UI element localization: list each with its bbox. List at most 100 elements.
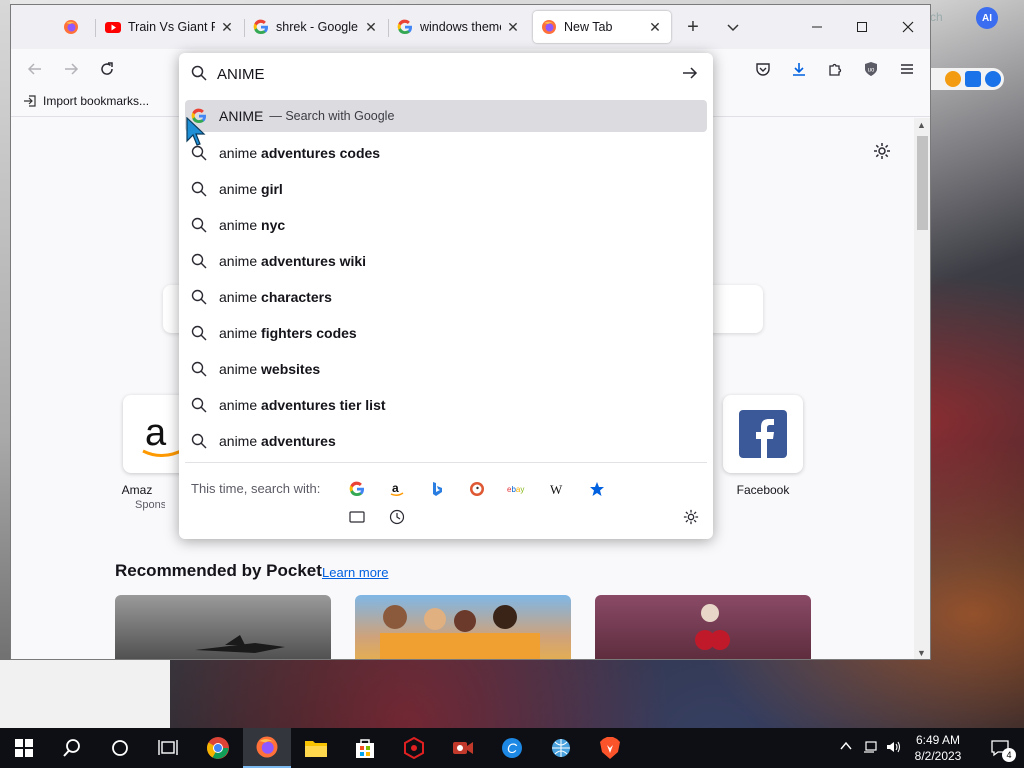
- engine-duckduckgo-button[interactable]: [465, 477, 489, 501]
- tab-google-shrek[interactable]: shrek - Google Sea ✕: [245, 11, 387, 43]
- panel-divider: [185, 462, 707, 463]
- app-menu-button[interactable]: [893, 55, 921, 83]
- taskbar-search-button[interactable]: [48, 728, 96, 768]
- tab-new-tab[interactable]: New Tab ✕: [533, 11, 671, 43]
- start-button[interactable]: [0, 728, 48, 768]
- extensions-button[interactable]: [821, 55, 849, 83]
- search-tabs-button[interactable]: [345, 505, 369, 529]
- back-button[interactable]: [21, 55, 49, 83]
- taskbar-brave[interactable]: [586, 728, 634, 768]
- taskbar-ccleaner[interactable]: C: [488, 728, 536, 768]
- taskbar-firefox[interactable]: [243, 728, 291, 768]
- chevron-down-icon: [727, 24, 739, 32]
- action-center-button[interactable]: 4: [976, 728, 1024, 768]
- suggestion-row[interactable]: anime characters: [185, 281, 707, 313]
- suggestion-prefix: anime: [219, 145, 258, 161]
- search-settings-button[interactable]: [679, 505, 703, 529]
- list-all-tabs-button[interactable]: [711, 5, 755, 49]
- tab-close-icon[interactable]: ✕: [647, 19, 663, 36]
- suggestion-prefix: anime: [219, 217, 258, 233]
- google-icon: [349, 481, 364, 497]
- ai-badge-icon[interactable]: AI: [976, 7, 998, 29]
- facebook-logo-icon: [739, 410, 787, 458]
- ublock-button[interactable]: uo: [857, 55, 885, 83]
- search-with-google-row[interactable]: ANIME — Search with Google: [185, 100, 707, 132]
- suggestion-prefix: anime: [219, 397, 258, 413]
- taskbar-app-red[interactable]: [390, 728, 438, 768]
- search-icon: [191, 433, 207, 449]
- downloads-button[interactable]: [785, 55, 813, 83]
- show-hidden-icons-button[interactable]: [840, 740, 852, 754]
- close-window-button[interactable]: [885, 5, 930, 49]
- taskbar-recorder[interactable]: [439, 728, 487, 768]
- volume-tray-button[interactable]: [886, 740, 902, 757]
- engine-bing-button[interactable]: [425, 477, 449, 501]
- network-tray-button[interactable]: [862, 740, 878, 757]
- topsite-facebook[interactable]: [723, 395, 803, 473]
- minimize-button[interactable]: [794, 5, 840, 49]
- reload-button[interactable]: [93, 55, 121, 83]
- search-icon: [63, 739, 80, 757]
- search-bookmarks-button[interactable]: [585, 477, 609, 501]
- import-bookmarks-button[interactable]: Import bookmarks...: [23, 94, 149, 108]
- engine-amazon-button[interactable]: a: [385, 477, 409, 501]
- engine-google-button[interactable]: [345, 477, 369, 501]
- urlbar-input[interactable]: [217, 63, 657, 85]
- pocket-learn-more-link[interactable]: Learn more: [322, 565, 388, 580]
- tab-close-icon[interactable]: ✕: [219, 19, 235, 36]
- cortana-button[interactable]: [96, 728, 144, 768]
- taskbar-network-app[interactable]: [537, 728, 585, 768]
- svg-text:ebay: ebay: [507, 485, 524, 494]
- notification-count-badge: 4: [1002, 748, 1016, 762]
- tab-pinned-firefox[interactable]: [55, 11, 95, 43]
- taskbar-clock[interactable]: 6:49 AM 8/2/2023: [905, 732, 971, 764]
- suggestion-row[interactable]: anime adventures: [185, 425, 707, 457]
- suggestion-prefix: anime: [219, 325, 258, 341]
- engine-ebay-button[interactable]: ebay: [505, 477, 529, 501]
- pocket-heading: Recommended by Pocket: [115, 561, 322, 580]
- topsite-label: Amaz: [121, 483, 153, 497]
- taskbar-chrome[interactable]: [194, 728, 242, 768]
- suggestion-row[interactable]: anime adventures wiki: [185, 245, 707, 277]
- task-view-button[interactable]: [144, 728, 192, 768]
- search-history-button[interactable]: [385, 505, 409, 529]
- people-image-icon: [380, 605, 540, 659]
- windows-logo-icon: [15, 739, 33, 757]
- pocket-card[interactable]: [355, 595, 571, 659]
- result-query: ANIME: [219, 108, 264, 124]
- globe-icon: [552, 739, 570, 757]
- search-icon: [191, 397, 207, 413]
- maximize-button[interactable]: [839, 5, 885, 49]
- pocket-card[interactable]: [595, 595, 811, 659]
- search-icon: [191, 145, 207, 161]
- engine-wikipedia-button[interactable]: W: [545, 477, 569, 501]
- suggestion-prefix: anime: [219, 361, 258, 377]
- suggestion-row[interactable]: anime adventures tier list: [185, 389, 707, 421]
- go-arrow-icon[interactable]: [682, 65, 698, 81]
- tab-close-icon[interactable]: ✕: [363, 19, 379, 36]
- suggestion-completion: girl: [261, 181, 283, 197]
- tab-google-windows-theme[interactable]: windows theme ✕: [389, 11, 529, 43]
- pocket-card[interactable]: [115, 595, 331, 659]
- suggestion-row[interactable]: anime adventures codes: [185, 137, 707, 169]
- scroll-up-icon[interactable]: ▲: [917, 120, 926, 130]
- suggestion-row[interactable]: anime websites: [185, 353, 707, 385]
- taskbar-store[interactable]: [341, 728, 389, 768]
- new-tab-button[interactable]: +: [670, 5, 716, 49]
- suggestion-row[interactable]: anime fighters codes: [185, 317, 707, 349]
- pocket-button[interactable]: [749, 55, 777, 83]
- tab-close-icon[interactable]: ✕: [505, 19, 521, 36]
- scrollbar-thumb[interactable]: [917, 136, 928, 230]
- tab-youtube[interactable]: Train Vs Giant Pit ✕: [97, 11, 243, 43]
- topsite-label: Facebook: [736, 483, 790, 497]
- page-scrollbar[interactable]: ▲ ▼: [914, 118, 930, 659]
- suggestion-row[interactable]: anime girl: [185, 173, 707, 205]
- suggestion-row[interactable]: anime nyc: [185, 209, 707, 241]
- taskbar-file-explorer[interactable]: [292, 728, 340, 768]
- forward-button[interactable]: [57, 55, 85, 83]
- search-icon: [191, 325, 207, 341]
- amazon-icon: a: [390, 481, 404, 497]
- youtube-icon: [105, 22, 121, 33]
- scroll-down-icon[interactable]: ▼: [917, 648, 926, 658]
- newtab-settings-button[interactable]: [873, 142, 891, 163]
